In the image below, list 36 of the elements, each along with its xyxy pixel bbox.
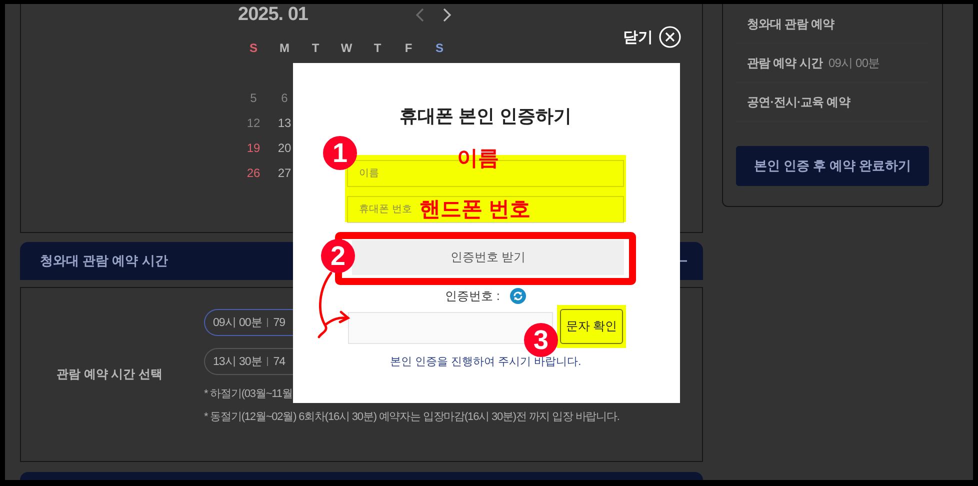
weekday-label: W xyxy=(340,40,352,54)
weekday-label: T xyxy=(312,40,320,54)
summary-label: 관람 예약 시간 xyxy=(747,54,822,72)
close-button[interactable]: 닫기 xyxy=(623,26,681,48)
calendar-day[interactable]: 20 xyxy=(278,140,292,154)
step-marker: 1 xyxy=(323,136,357,170)
weekday-label: S xyxy=(435,40,444,54)
code-label: 인증번호 : xyxy=(445,288,500,304)
weekday-label: S xyxy=(249,40,258,54)
weekday-label: M xyxy=(280,40,290,54)
weekday-label: F xyxy=(404,40,412,54)
summary-label: 공연·전시·교육 예약 xyxy=(747,94,850,110)
section-title: 청와대 관람 예약 시간 xyxy=(40,252,168,270)
summary-value: 09시 00분 xyxy=(828,54,880,72)
calendar-day[interactable]: 26 xyxy=(246,166,260,180)
annotation-label: 핸드폰 번호 xyxy=(420,198,530,222)
field-label: 관람 예약 시간 선택 xyxy=(56,366,162,383)
calendar-day[interactable]: 27 xyxy=(278,166,292,180)
close-icon[interactable] xyxy=(659,26,681,48)
notice-text: 본인 인증을 진행하여 주시기 바랍니다. xyxy=(388,355,582,370)
refresh-icon[interactable] xyxy=(510,288,526,304)
note-text: * 동절기(12월~02월) 6회차(16시 30분) 예약자는 입장마감(16시 30분)전 까지 입장 바랍니다. xyxy=(204,410,620,424)
request-code-button[interactable]: 인증번호 받기 xyxy=(352,240,624,275)
summary-label: 청와대 관람 예약 xyxy=(747,16,834,32)
submit-button[interactable]: 본인 인증 후 예약 완료하기 xyxy=(736,146,929,186)
month-title: 2025. 01 xyxy=(238,4,309,26)
calendar-day[interactable]: 13 xyxy=(278,116,292,130)
calendar-day[interactable]: 19 xyxy=(246,140,260,154)
step-marker: 3 xyxy=(524,323,558,357)
chevron-right-icon[interactable] xyxy=(442,8,452,22)
confirm-button[interactable]: 문자 확인 xyxy=(560,309,623,344)
step-marker: 2 xyxy=(321,239,355,273)
weekday-label: T xyxy=(374,40,382,54)
curved-arrow xyxy=(315,271,351,341)
note-text: * 하절기(03월~11월 xyxy=(204,387,294,401)
dialog-title: 휴대폰 본인 인증하기 xyxy=(398,105,572,128)
